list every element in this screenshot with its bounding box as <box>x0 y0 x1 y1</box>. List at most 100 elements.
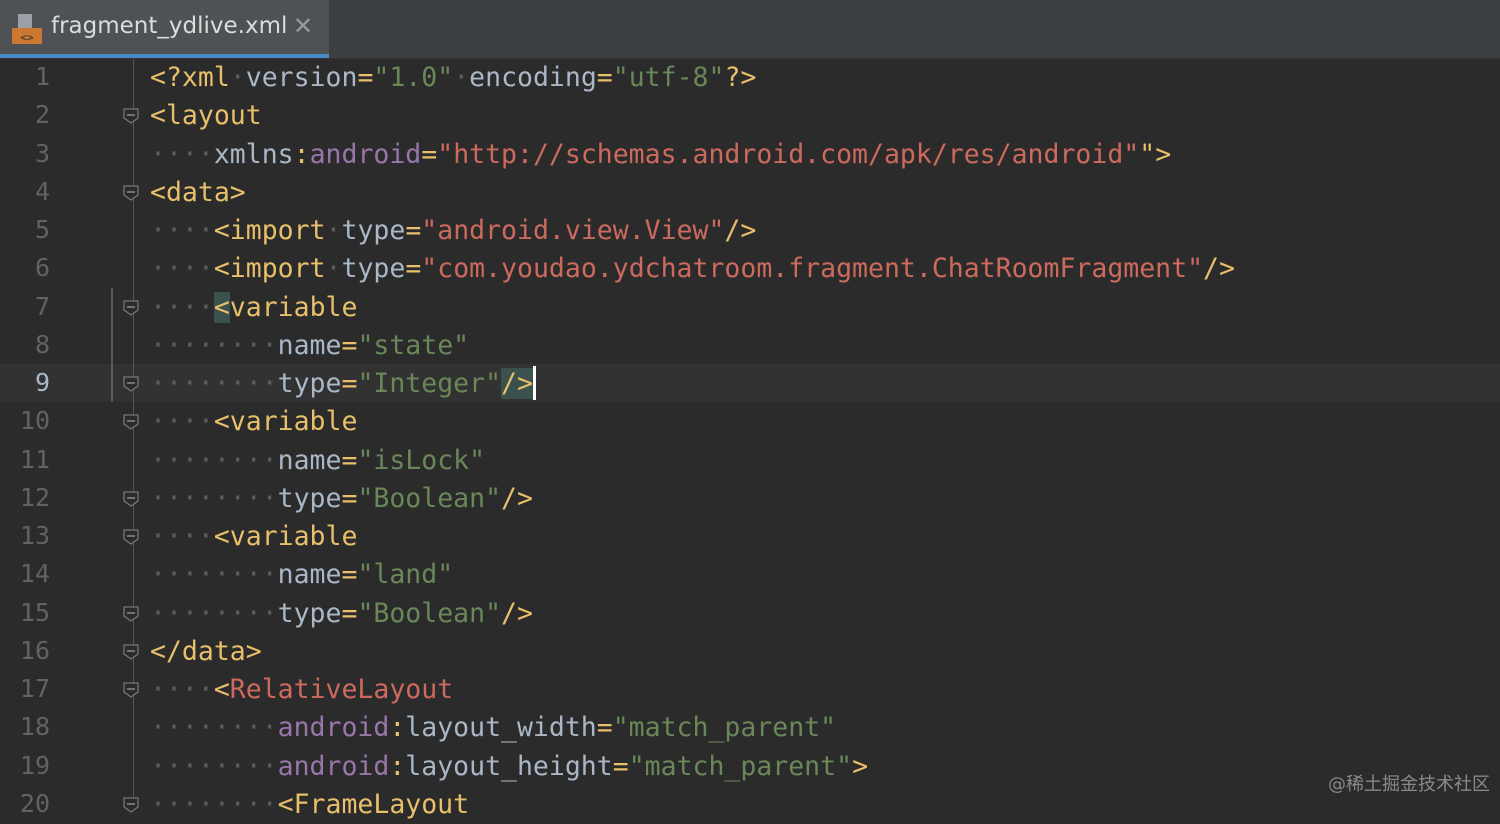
fold-marker-icon[interactable] <box>122 299 140 317</box>
code-token: "android.view.View" <box>421 215 724 246</box>
code-token: </data> <box>150 636 262 667</box>
close-icon[interactable]: ✕ <box>293 12 313 40</box>
code-text: <?xml·version="1.0"·encoding="utf-8"?> <box>150 60 756 96</box>
code-line[interactable]: 15········type="Boolean"/> <box>0 595 1500 633</box>
code-token: "land" <box>357 559 453 590</box>
code-line[interactable]: 4 <data> <box>0 174 1500 212</box>
code-token: ···· <box>150 406 214 437</box>
fold-marker-icon[interactable] <box>122 184 140 202</box>
code-text: ····<variable <box>150 290 357 326</box>
code-line[interactable]: 3····xmlns:android="http://schemas.andro… <box>0 136 1500 174</box>
code-line[interactable]: 11 ········name="isLock" <box>0 442 1500 480</box>
code-token: · <box>453 62 469 93</box>
code-token: ········ <box>150 789 278 820</box>
code-token: · <box>326 215 342 246</box>
line-number: 14 <box>0 559 50 588</box>
code-line[interactable]: 20········<FrameLayout <box>0 786 1500 824</box>
code-editor[interactable]: 1<?xml·version="1.0"·encoding="utf-8"?>2… <box>0 59 1500 804</box>
line-number: 4 <box>0 177 50 206</box>
fold-marker-icon[interactable] <box>122 528 140 546</box>
code-token: /> <box>501 483 533 514</box>
code-token: "com.youdao.ydchatroom.fragment.ChatRoom… <box>421 253 1203 284</box>
code-text: ····<variable <box>150 519 357 555</box>
code-token: · <box>230 62 246 93</box>
editor-tab-bar: <> fragment_ydlive.xml ✕ <box>0 0 1500 59</box>
fold-marker-icon[interactable] <box>122 796 140 814</box>
code-token: ···· <box>150 674 214 705</box>
code-token: ········ <box>150 368 278 399</box>
code-line[interactable]: 6····<import·type="com.youdao.ydchatroom… <box>0 250 1500 288</box>
code-token: "state" <box>357 330 469 361</box>
code-token: variable <box>230 292 358 323</box>
code-text: ········name="land" <box>150 557 453 593</box>
code-token: ········ <box>150 483 278 514</box>
code-line[interactable]: 12········type="Boolean"/> <box>0 480 1500 518</box>
code-token: "match_parent" <box>613 712 836 743</box>
code-token: name <box>278 445 342 476</box>
code-token: <FrameLayout <box>278 789 469 820</box>
code-token: = <box>341 598 357 629</box>
code-line[interactable]: 7····<variable <box>0 289 1500 327</box>
code-line[interactable]: 8········name="state" <box>0 327 1500 365</box>
line-number: 8 <box>0 330 50 359</box>
code-token: ········ <box>150 712 278 743</box>
code-text: ····<variable <box>150 404 357 440</box>
code-line[interactable]: 2 <layout <box>0 97 1500 135</box>
code-line[interactable]: 16 </data> <box>0 633 1500 671</box>
code-text: ········name="isLock" <box>150 443 485 479</box>
fold-marker-icon[interactable] <box>122 643 140 661</box>
code-token: = <box>597 712 613 743</box>
line-number: 17 <box>0 674 50 703</box>
line-number: 12 <box>0 483 50 512</box>
code-line[interactable]: 14 ········name="land" <box>0 556 1500 594</box>
code-text: ········<FrameLayout <box>150 787 469 823</box>
code-text: <data> <box>150 175 246 211</box>
code-token: = <box>613 751 629 782</box>
code-token: type <box>278 483 342 514</box>
line-number: 9 <box>0 368 50 397</box>
fold-marker-icon[interactable] <box>122 490 140 508</box>
code-line[interactable]: 10····<variable <box>0 403 1500 441</box>
code-line[interactable]: 18········android:layout_width="match_pa… <box>0 709 1500 747</box>
line-number: 16 <box>0 636 50 665</box>
code-token: = <box>405 215 421 246</box>
code-line[interactable]: 5····<import·type="android.view.View"/> <box>0 212 1500 250</box>
code-token: name <box>278 559 342 590</box>
code-line[interactable]: 1<?xml·version="1.0"·encoding="utf-8"?> <box>0 59 1500 97</box>
tab-fragment-ydlive[interactable]: <> fragment_ydlive.xml ✕ <box>0 0 329 58</box>
fold-marker-icon[interactable] <box>122 375 140 393</box>
code-token: ?> <box>724 62 756 93</box>
code-line[interactable]: 9 ········type="Integer"/> <box>0 365 1500 403</box>
code-line[interactable]: 13····<variable <box>0 518 1500 556</box>
code-token: : <box>389 751 405 782</box>
text-cursor <box>533 366 536 400</box>
line-number: 2 <box>0 100 50 129</box>
fold-marker-icon[interactable] <box>122 681 140 699</box>
code-text: ········android:layout_height="match_par… <box>150 749 868 785</box>
code-token: = <box>341 483 357 514</box>
code-token: ········ <box>150 598 278 629</box>
code-token: /> <box>501 598 533 629</box>
code-token: <layout <box>150 100 262 131</box>
code-token: "Integer" <box>357 368 501 399</box>
code-line[interactable]: 17 ····<RelativeLayout <box>0 671 1500 709</box>
code-text: <layout <box>150 98 262 134</box>
code-token: ···· <box>150 253 214 284</box>
code-token: layout_height <box>405 751 612 782</box>
fold-marker-icon[interactable] <box>122 413 140 431</box>
code-token: <data> <box>150 177 246 208</box>
code-token: : <box>294 139 310 170</box>
fold-marker-icon[interactable] <box>122 605 140 623</box>
code-token: = <box>341 445 357 476</box>
code-token: = <box>597 62 613 93</box>
code-text: ····<import·type="android.view.View"/> <box>150 213 756 249</box>
code-token: <?xml <box>150 62 230 93</box>
code-line[interactable]: 19········android:layout_height="match_p… <box>0 748 1500 786</box>
code-token: ···· <box>150 139 214 170</box>
code-text: ····<RelativeLayout <box>150 672 453 708</box>
code-text: ········type="Integer"/> <box>150 366 536 402</box>
code-text: ····<import·type="com.youdao.ydchatroom.… <box>150 251 1235 287</box>
fold-marker-icon[interactable] <box>122 107 140 125</box>
line-number: 3 <box>0 139 50 168</box>
line-number: 11 <box>0 445 50 474</box>
